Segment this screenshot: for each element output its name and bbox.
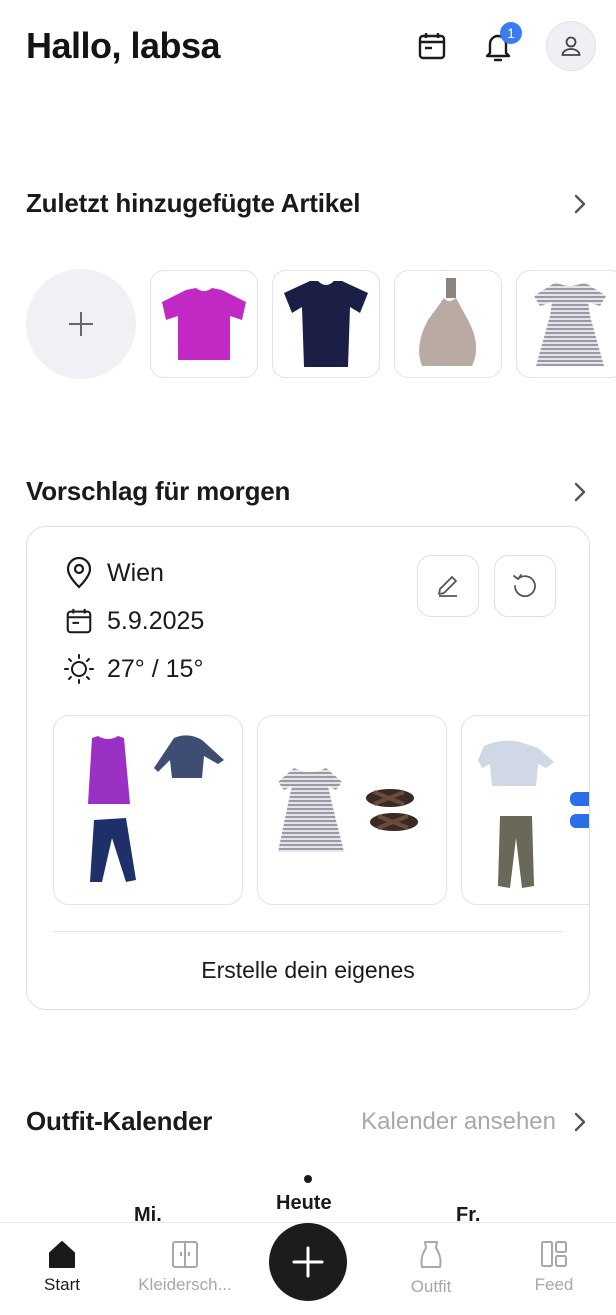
header-actions: 1 — [414, 21, 596, 71]
calendar-icon — [63, 605, 95, 637]
feed-icon — [541, 1241, 567, 1267]
date-text: 5.9.2025 — [107, 606, 205, 635]
tab-feed[interactable]: Feed — [499, 1239, 609, 1295]
wardrobe-icon — [172, 1241, 198, 1268]
add-fab-button[interactable] — [269, 1223, 347, 1301]
user-icon — [561, 36, 581, 56]
add-item-button[interactable] — [26, 269, 136, 379]
calendar-day-today[interactable]: Heute — [276, 1192, 332, 1215]
suggestion-card: Wien 5.9.2025 27° / 15° Erstelle dein ei… — [26, 526, 590, 1010]
suggestion-header[interactable]: Vorschlag für morgen — [26, 476, 590, 507]
notification-badge: 1 — [500, 22, 522, 44]
tshirt-image — [284, 281, 368, 367]
dress-image — [534, 282, 606, 366]
top-header: Hallo, labsa 1 — [26, 21, 596, 71]
outfit-image — [278, 768, 418, 852]
bottom-tab-bar: Start Kleidersch... Outfit Feed — [0, 1222, 616, 1315]
recent-item-navy-tshirt[interactable] — [272, 270, 380, 378]
avatar[interactable] — [546, 21, 596, 71]
tab-start[interactable]: Start — [7, 1239, 117, 1295]
tab-outfit-label: Outfit — [410, 1277, 452, 1296]
outfit-icon — [420, 1241, 442, 1268]
suggestion-title: Vorschlag für morgen — [26, 476, 291, 506]
pencil-icon — [438, 576, 457, 597]
tab-outfit[interactable]: Outfit — [376, 1239, 486, 1297]
outfit-image — [478, 740, 589, 888]
chevron-right-icon[interactable] — [570, 482, 590, 502]
sun-icon — [63, 653, 95, 685]
card-divider — [53, 931, 563, 932]
chevron-right-icon[interactable] — [570, 194, 590, 214]
outfit-image — [88, 735, 224, 882]
plus-icon — [69, 312, 93, 336]
tab-start-label: Start — [44, 1275, 80, 1294]
edit-button[interactable] — [417, 555, 479, 617]
create-own-button[interactable]: Erstelle dein eigenes — [27, 957, 589, 984]
tshirt-image — [162, 288, 246, 360]
recent-item-striped-dress[interactable] — [516, 270, 616, 378]
location-pin-icon — [63, 557, 95, 589]
recent-item-beige-top[interactable] — [394, 270, 502, 378]
refresh-icon — [513, 574, 536, 598]
greeting-title: Hallo, labsa — [26, 25, 221, 66]
calendar-icon[interactable] — [414, 28, 450, 64]
recent-items-row — [26, 268, 616, 380]
chevron-right-icon — [570, 1112, 590, 1132]
location-text: Wien — [107, 558, 164, 587]
plus-icon — [292, 1246, 324, 1278]
outfit-card[interactable] — [461, 715, 589, 905]
date-row: 5.9.2025 — [63, 605, 204, 637]
recent-items-title: Zuletzt hinzugefügte Artikel — [26, 188, 361, 218]
outfit-card[interactable] — [257, 715, 447, 905]
tab-feed-label: Feed — [534, 1275, 574, 1294]
view-calendar-link[interactable]: Kalender ansehen — [361, 1108, 590, 1136]
outfit-card[interactable] — [53, 715, 243, 905]
recent-items-header[interactable]: Zuletzt hinzugefügte Artikel — [26, 188, 590, 219]
top-image — [419, 278, 477, 366]
weather-text: 27° / 15° — [107, 654, 204, 683]
tab-wardrobe[interactable]: Kleidersch... — [130, 1239, 240, 1295]
home-icon — [49, 1241, 75, 1268]
view-calendar-label: Kalender ansehen — [361, 1107, 556, 1135]
tab-wardrobe-label: Kleidersch... — [138, 1275, 232, 1294]
weather-row: 27° / 15° — [63, 653, 203, 685]
notifications-button[interactable]: 1 — [480, 22, 522, 64]
recent-item-pink-tshirt[interactable] — [150, 270, 258, 378]
location-row: Wien — [63, 557, 164, 589]
calendar-title: Outfit-Kalender — [26, 1106, 213, 1136]
refresh-button[interactable] — [494, 555, 556, 617]
outfit-suggestions — [53, 715, 589, 905]
calendar-header: Outfit-Kalender Kalender ansehen — [26, 1106, 590, 1137]
today-indicator — [304, 1175, 312, 1183]
